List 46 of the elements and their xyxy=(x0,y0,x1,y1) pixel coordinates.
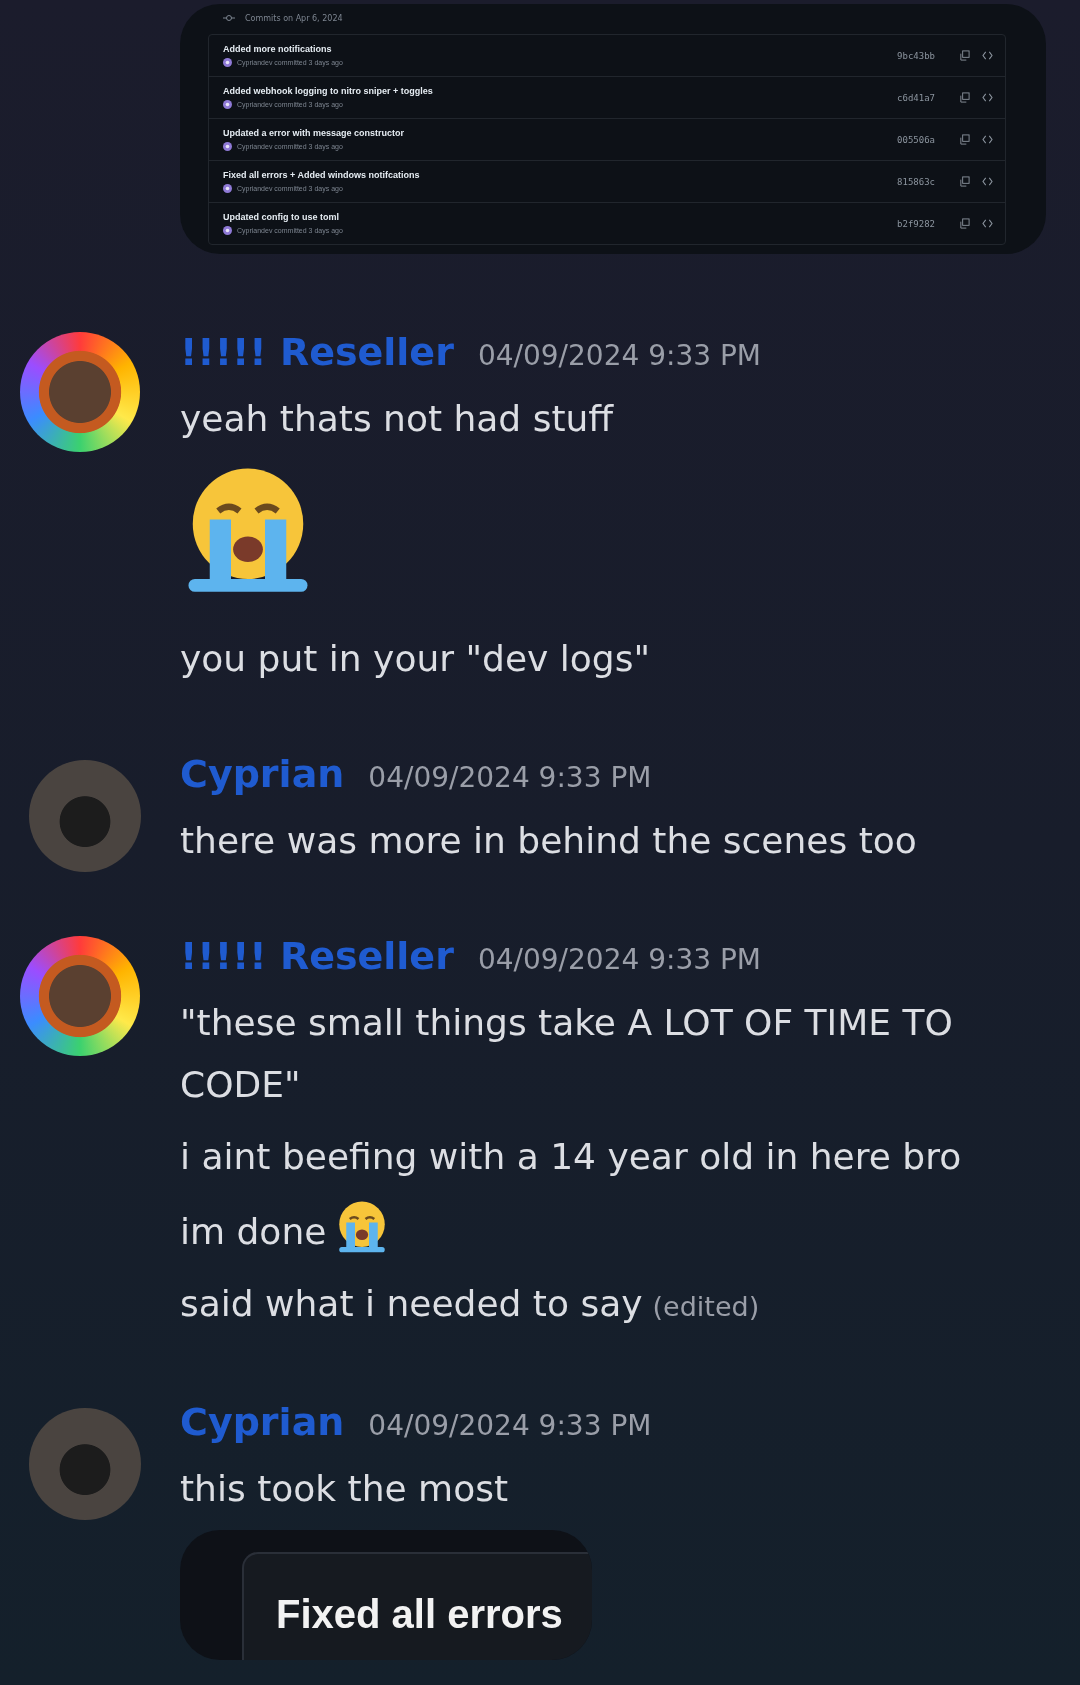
code-icon xyxy=(982,93,993,102)
commit-hash: 815863c xyxy=(897,176,935,187)
message-text: i aint beefing with a 14 year old in here bro xyxy=(180,1136,962,1177)
user-avatar-icon xyxy=(223,100,232,109)
user-avatar-icon xyxy=(223,226,232,235)
username[interactable]: Cyprian xyxy=(180,1400,345,1444)
timestamp: 04/09/2024 9:33 PM xyxy=(477,943,761,976)
timestamp: 04/09/2024 9:33 PM xyxy=(477,339,761,372)
message-text: yeah thats not had stuff xyxy=(180,398,614,439)
copy-icon xyxy=(959,92,970,103)
commit-title: Fixed all errors xyxy=(276,1592,563,1636)
commit-title: Updated config to use toml xyxy=(223,212,340,222)
message-text: there was more in behind the scenes too xyxy=(180,820,917,861)
message-text: im done xyxy=(180,1211,327,1252)
user-avatar-icon xyxy=(223,58,232,67)
message-text: "these small things take A LOT OF TIME TO CODE" xyxy=(180,1002,953,1105)
username[interactable]: Cyprian xyxy=(180,752,345,796)
commit-title: Fixed all errors + Added windows notifcations xyxy=(223,170,421,180)
commit-hash: 005506a xyxy=(897,134,935,145)
commit-title: Added more notifications xyxy=(223,44,333,54)
code-icon xyxy=(982,51,993,60)
timestamp: 04/09/2024 9:33 PM xyxy=(368,1409,652,1442)
commit-icon xyxy=(223,14,235,22)
message-text: this took the most xyxy=(180,1468,509,1509)
copy-icon xyxy=(959,50,970,61)
message-text: said what i needed to say xyxy=(180,1283,643,1324)
code-icon xyxy=(982,135,993,144)
copy-icon xyxy=(959,218,970,229)
username[interactable]: !!!!! Reseller xyxy=(180,934,454,978)
user-avatar-icon xyxy=(223,142,232,151)
copy-icon xyxy=(959,176,970,187)
edited-label: (edited) xyxy=(652,1291,760,1322)
commit-hash: 9bc43bb xyxy=(897,50,935,61)
code-icon xyxy=(982,177,993,186)
code-icon xyxy=(982,219,993,228)
screenshot-attachment[interactable]: Fixed all errors xyxy=(180,1530,592,1660)
commit-hash: b2f9282 xyxy=(897,218,935,229)
commit-date-header: Commits on Apr 6, 2024 xyxy=(245,13,343,23)
timestamp: 04/09/2024 9:33 PM xyxy=(368,761,652,794)
commit-hash: c6d41a7 xyxy=(897,92,935,103)
message-text: you put in your "dev logs" xyxy=(180,638,650,679)
commit-title: Added webhook logging to nitro sniper + toggles xyxy=(223,86,434,96)
commit-title: Updated a error with message constructor xyxy=(223,128,406,138)
username[interactable]: !!!!! Reseller xyxy=(180,330,454,374)
copy-icon xyxy=(959,134,970,145)
user-avatar-icon xyxy=(223,184,232,193)
